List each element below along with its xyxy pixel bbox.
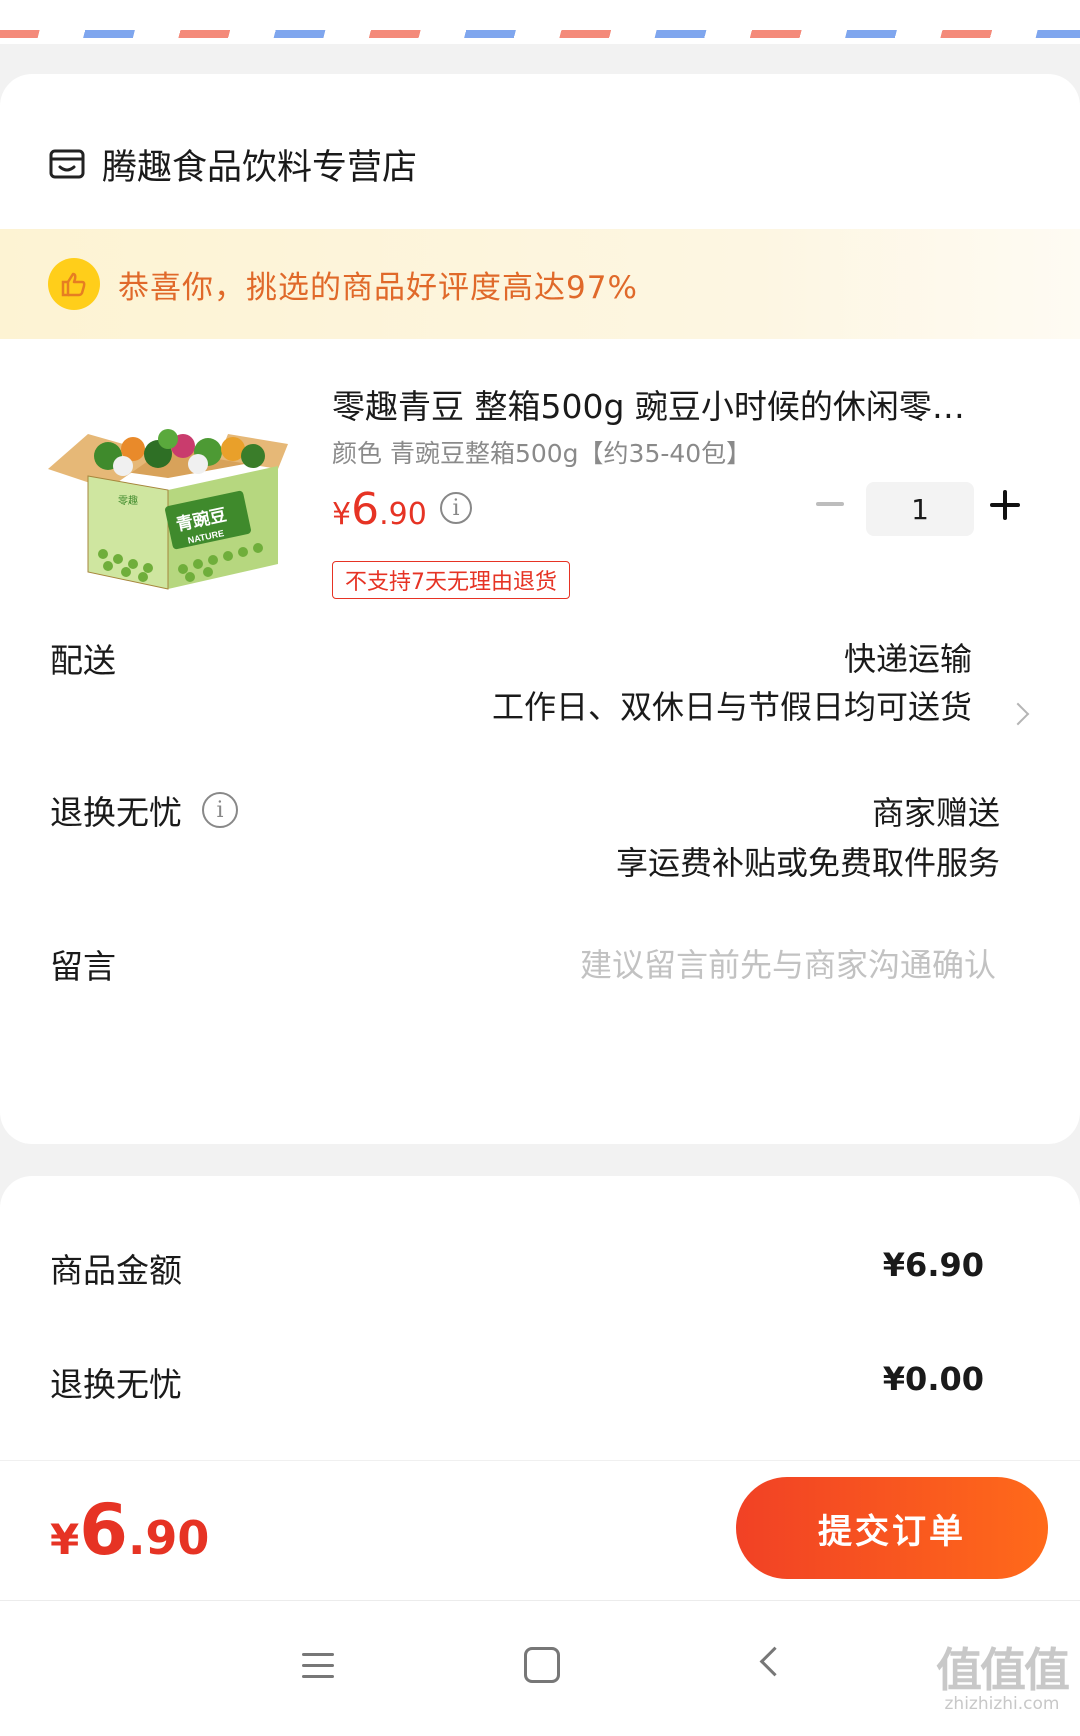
envelope-border	[0, 0, 1080, 44]
praise-banner: 恭喜你，挑选的商品好评度高达97%	[0, 229, 1080, 339]
message-label: 留言	[50, 947, 116, 986]
quantity-increase-button[interactable]	[990, 488, 1024, 522]
price-integer: 6	[351, 484, 380, 535]
back-icon[interactable]	[759, 1646, 790, 1677]
product-price: ¥ 6 .90	[332, 484, 427, 535]
menu-icon[interactable]	[302, 1653, 334, 1679]
system-nav-bar: 值值值 zhizhizhi.com	[0, 1600, 1080, 1729]
worry-free-value: 商家赠送	[871, 794, 1000, 832]
quantity-input[interactable]: 1	[866, 482, 974, 536]
home-icon[interactable]	[524, 1647, 560, 1683]
goods-amount-value: ¥6.90	[882, 1246, 984, 1284]
product-spec[interactable]: 颜色 青豌豆整箱500g【约35-40包】	[332, 434, 751, 470]
worry-free-info-icon[interactable]: i	[202, 792, 238, 828]
chevron-right-icon[interactable]	[1006, 702, 1030, 726]
delivery-label: 配送	[50, 641, 116, 680]
goods-amount-label: 商品金额	[50, 1251, 182, 1290]
checkout-bar: ¥ 6 .90 提交订单	[0, 1460, 1080, 1601]
total-decimal: .90	[127, 1511, 210, 1565]
price-decimal: .90	[379, 497, 427, 532]
quantity-decrease-button[interactable]	[812, 486, 848, 522]
worry-free-fee-label: 退换无忧	[50, 1365, 182, 1404]
store-icon	[49, 149, 85, 179]
store-name: 腾趣食品饮料专营店	[102, 147, 418, 188]
delivery-note: 工作日、双休日与节假日均可送货	[491, 688, 972, 726]
total-integer: 6	[79, 1489, 128, 1571]
product-title[interactable]: 零趣青豆 整箱500g 豌豆小时候的休闲零…	[332, 380, 1032, 428]
price-symbol: ¥	[332, 497, 352, 532]
message-input[interactable]: 建议留言前先与商家沟通确认	[580, 940, 996, 986]
praise-text: 恭喜你，挑选的商品好评度高达97%	[118, 269, 638, 306]
worry-free-row: 退换无忧 i	[50, 786, 238, 834]
return-policy-tag: 不支持7天无理由退货	[332, 561, 570, 599]
order-card: 腾趣食品饮料专营店 恭喜你，挑选的商品好评度高达97% 青豌豆 NATURE 零…	[0, 74, 1080, 1144]
product-image[interactable]: 青豌豆 NATURE 零趣	[48, 394, 298, 609]
total-price: ¥ 6 .90	[50, 1489, 209, 1571]
worry-free-fee-value: ¥0.00	[882, 1360, 984, 1398]
watermark-logo: 值值值	[936, 1643, 1070, 1697]
submit-order-button[interactable]: 提交订单	[736, 1477, 1048, 1579]
box-brand: 零趣	[118, 494, 138, 507]
worry-free-label: 退换无忧	[50, 793, 182, 832]
total-symbol: ¥	[50, 1515, 80, 1564]
watermark: 值值值 zhizhizhi.com	[936, 1643, 1070, 1715]
watermark-url: zhizhizhi.com	[944, 1694, 1060, 1714]
thumbs-up-icon	[48, 258, 100, 310]
store-header[interactable]: 腾趣食品饮料专营店	[48, 134, 417, 194]
worry-free-note: 享运费补贴或免费取件服务	[615, 844, 1000, 882]
price-info-icon[interactable]: i	[440, 492, 472, 524]
delivery-method[interactable]: 快递运输	[844, 634, 972, 680]
